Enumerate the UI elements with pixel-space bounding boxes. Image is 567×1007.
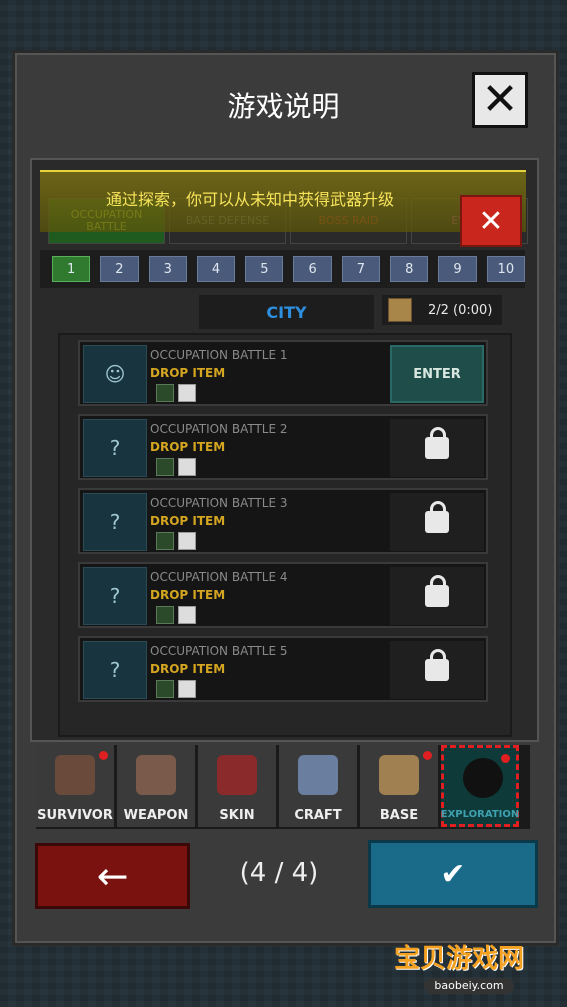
nav-label: EXPLORATION bbox=[440, 809, 520, 820]
previous-button[interactable]: ← bbox=[35, 843, 190, 909]
nav-skin[interactable]: SKIN bbox=[198, 745, 276, 827]
item-icon bbox=[156, 458, 174, 476]
lock-icon bbox=[425, 501, 449, 533]
item-icon bbox=[156, 606, 174, 624]
drop-label: DROP ITEM bbox=[150, 440, 226, 454]
notification-dot bbox=[501, 754, 510, 763]
item-icon bbox=[178, 458, 196, 476]
notification-dot bbox=[99, 751, 108, 760]
drop-items bbox=[156, 458, 196, 476]
battle-name: OCCUPATION BATTLE 2 bbox=[150, 422, 288, 436]
item-icon bbox=[178, 606, 196, 624]
page-button[interactable]: 1 bbox=[52, 256, 91, 282]
drop-items bbox=[156, 680, 196, 698]
page-button[interactable]: 2 bbox=[100, 256, 139, 282]
drop-label: DROP ITEM bbox=[150, 366, 226, 380]
locked-button[interactable] bbox=[390, 493, 484, 551]
page-button[interactable]: 6 bbox=[293, 256, 332, 282]
page-button[interactable]: 7 bbox=[341, 256, 381, 282]
nav-base[interactable]: BASE bbox=[360, 745, 438, 827]
watermark-url: baobeiy.com bbox=[424, 978, 514, 994]
stamina-icon bbox=[388, 298, 412, 322]
backpack-icon bbox=[298, 755, 338, 795]
lock-icon bbox=[425, 649, 449, 681]
close-icon: ✕ bbox=[481, 74, 519, 125]
locked-button[interactable] bbox=[390, 641, 484, 699]
jacket-icon bbox=[217, 755, 257, 795]
drop-items bbox=[156, 606, 196, 624]
location-label: CITY bbox=[197, 293, 376, 331]
battle-name: OCCUPATION BATTLE 5 bbox=[150, 644, 288, 658]
page-count: (4 / 4) bbox=[239, 858, 319, 888]
drop-label: DROP ITEM bbox=[150, 588, 226, 602]
locked-button[interactable] bbox=[390, 419, 484, 477]
battle-row: ☺ OCCUPATION BATTLE 1 DROP ITEM ENTER bbox=[78, 340, 488, 406]
nav-label: SKIN bbox=[219, 808, 255, 823]
drop-items bbox=[156, 532, 196, 550]
enter-button[interactable]: ENTER bbox=[390, 345, 484, 403]
house-icon bbox=[379, 755, 419, 795]
item-icon bbox=[156, 680, 174, 698]
tooltip-banner: 通过探索，你可以从未知中获得武器升级 bbox=[40, 170, 526, 232]
battle-row: ? OCCUPATION BATTLE 5 DROP ITEM bbox=[78, 636, 488, 702]
tooltip-text: 通过探索，你可以从未知中获得武器升级 bbox=[106, 190, 395, 209]
binoculars-icon bbox=[463, 758, 503, 798]
pistol-icon bbox=[136, 755, 176, 795]
page-button[interactable]: 3 bbox=[148, 256, 187, 282]
drop-items bbox=[156, 384, 196, 402]
battle-name: OCCUPATION BATTLE 4 bbox=[150, 570, 288, 584]
stamina-value: 2/2 (0:00) bbox=[428, 302, 493, 318]
battle-name: OCCUPATION BATTLE 3 bbox=[150, 496, 288, 510]
tooltip-close-button[interactable]: ✕ bbox=[460, 195, 522, 247]
item-icon bbox=[178, 532, 196, 550]
lock-icon bbox=[425, 575, 449, 607]
nav-weapon[interactable]: WEAPON bbox=[117, 745, 195, 827]
bottom-nav: SURVIVOR WEAPON SKIN CRAFT BASE EXPLORAT… bbox=[36, 745, 530, 829]
nav-label: WEAPON bbox=[123, 808, 189, 823]
close-icon: ✕ bbox=[478, 203, 504, 239]
confirm-button[interactable]: ✔ bbox=[368, 840, 538, 908]
watermark-logo: 宝贝游戏网 baobeiy.com bbox=[388, 920, 548, 1000]
page-button[interactable]: 4 bbox=[196, 256, 236, 282]
stamina-counter: 2/2 (0:00) bbox=[380, 293, 504, 327]
watermark-title: 宝贝游戏网 bbox=[394, 944, 525, 974]
lock-icon bbox=[425, 427, 449, 459]
nav-label: SURVIVOR bbox=[37, 808, 113, 823]
nav-label: BASE bbox=[379, 808, 419, 823]
item-icon bbox=[156, 384, 174, 402]
battle-row: ? OCCUPATION BATTLE 3 DROP ITEM bbox=[78, 488, 488, 554]
item-icon bbox=[178, 680, 196, 698]
close-button[interactable]: ✕ bbox=[472, 72, 528, 128]
unknown-enemy-icon: ? bbox=[83, 493, 147, 551]
battle-row: ? OCCUPATION BATTLE 2 DROP ITEM bbox=[78, 414, 488, 480]
unknown-enemy-icon: ? bbox=[83, 641, 147, 699]
item-icon bbox=[178, 384, 196, 402]
battle-row: ? OCCUPATION BATTLE 4 DROP ITEM bbox=[78, 562, 488, 628]
page-button[interactable]: 8 bbox=[390, 256, 429, 282]
page-selector: 1 2 3 4 5 6 7 8 9 10 bbox=[40, 250, 525, 288]
nav-craft[interactable]: CRAFT bbox=[279, 745, 357, 827]
drop-label: DROP ITEM bbox=[150, 514, 226, 528]
unknown-enemy-icon: ? bbox=[83, 419, 147, 477]
nav-label: CRAFT bbox=[294, 808, 342, 823]
page-button[interactable]: 10 bbox=[486, 256, 525, 282]
battle-name: OCCUPATION BATTLE 1 bbox=[150, 348, 288, 362]
drop-label: DROP ITEM bbox=[150, 662, 226, 676]
notification-dot bbox=[423, 751, 432, 760]
zombie-icon: ☺ bbox=[83, 345, 147, 403]
gas-mask-icon bbox=[55, 755, 95, 795]
page-button[interactable]: 9 bbox=[438, 256, 477, 282]
arrow-left-icon: ← bbox=[96, 854, 129, 898]
locked-button[interactable] bbox=[390, 567, 484, 625]
unknown-enemy-icon: ? bbox=[83, 567, 147, 625]
nav-survivor[interactable]: SURVIVOR bbox=[36, 745, 114, 827]
checkmark-icon: ✔ bbox=[440, 856, 466, 892]
nav-exploration[interactable]: EXPLORATION bbox=[441, 745, 519, 827]
item-icon bbox=[156, 532, 174, 550]
page-button[interactable]: 5 bbox=[245, 256, 284, 282]
